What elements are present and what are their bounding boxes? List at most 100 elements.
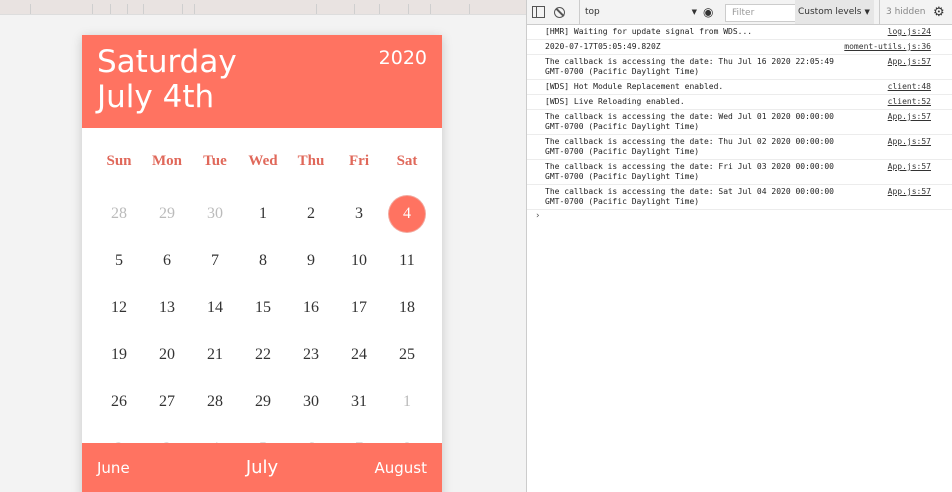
day-number: 6 xyxy=(163,251,171,269)
day-cell[interactable]: 10 xyxy=(335,237,383,284)
day-cell[interactable]: 7 xyxy=(191,237,239,284)
day-cell[interactable]: 2 xyxy=(287,190,335,237)
console-prompt-chevron-icon[interactable]: › xyxy=(527,210,952,221)
clear-console-button[interactable] xyxy=(554,0,565,24)
console-message: The callback is accessing the date: Thu … xyxy=(527,135,952,160)
console-source-link[interactable]: moment-utils.js:36 xyxy=(844,42,931,52)
day-cell[interactable]: 28 xyxy=(191,378,239,425)
weekday-label: Wed xyxy=(248,153,278,169)
day-number: 3 xyxy=(355,204,363,222)
week-row: 5 6 7 8 9 10 11 xyxy=(95,237,431,284)
weekday-label: Mon xyxy=(152,153,182,169)
day-number: 8 xyxy=(259,251,267,269)
console-source-link[interactable]: log.js:24 xyxy=(888,27,931,37)
day-cell[interactable]: 29 xyxy=(143,190,191,237)
day-cell[interactable]: 9 xyxy=(287,237,335,284)
console-source-link[interactable]: client:52 xyxy=(888,97,931,107)
day-cell[interactable]: 17 xyxy=(335,284,383,331)
day-cell[interactable]: 20 xyxy=(143,331,191,378)
app-viewport: Saturday July 4th 2020 Sun Mon Tue Wed T… xyxy=(0,0,526,492)
console-toolbar: top ▼ ◉ Filter Custom levels ▼ 3 hidden ⚙ xyxy=(527,0,952,25)
clear-icon xyxy=(554,6,565,18)
selected-date: July 4th xyxy=(97,79,215,115)
weekday-label: Sun xyxy=(106,153,132,169)
day-cell[interactable]: 30 xyxy=(191,190,239,237)
day-cell[interactable]: 25 xyxy=(383,331,431,378)
gear-icon[interactable]: ⚙ xyxy=(933,0,945,24)
log-levels-dropdown[interactable]: Custom levels ▼ xyxy=(795,0,874,24)
day-cell[interactable]: 6 xyxy=(143,237,191,284)
day-number: 16 xyxy=(303,298,319,316)
live-expression-eye-icon[interactable]: ◉ xyxy=(703,0,713,24)
day-number: 30 xyxy=(303,392,319,410)
day-number: 7 xyxy=(211,251,219,269)
console-message: The callback is accessing the date: Fri … xyxy=(527,160,952,185)
day-cell[interactable]: 18 xyxy=(383,284,431,331)
day-cell[interactable]: 13 xyxy=(143,284,191,331)
log-levels-label: Custom levels xyxy=(798,7,862,17)
day-cell[interactable]: 14 xyxy=(191,284,239,331)
day-cell[interactable]: 28 xyxy=(95,190,143,237)
day-cell[interactable]: 15 xyxy=(239,284,287,331)
day-number: 25 xyxy=(399,345,415,363)
day-number: 21 xyxy=(207,345,223,363)
day-number: 29 xyxy=(255,392,271,410)
console-messages: [HMR] Waiting for update signal from WDS… xyxy=(527,25,952,221)
selected-year[interactable]: 2020 xyxy=(379,47,427,69)
day-number: 2 xyxy=(307,204,315,222)
context-selector[interactable]: top ▼ xyxy=(579,0,697,24)
day-cell[interactable]: 11 xyxy=(383,237,431,284)
day-number: 26 xyxy=(111,392,127,410)
context-value: top xyxy=(585,7,600,17)
day-cell[interactable]: 1 xyxy=(239,190,287,237)
day-cell[interactable]: 5 xyxy=(95,237,143,284)
day-cell[interactable]: 19 xyxy=(95,331,143,378)
console-message: The callback is accessing the date: Sat … xyxy=(527,185,952,210)
day-cell[interactable]: 22 xyxy=(239,331,287,378)
console-source-link[interactable]: App.js:57 xyxy=(888,112,931,122)
day-cell[interactable]: 3 xyxy=(335,190,383,237)
day-number: 15 xyxy=(255,298,271,316)
console-message: [HMR] Waiting for update signal from WDS… xyxy=(527,25,952,40)
day-number: 17 xyxy=(351,298,367,316)
day-number: 18 xyxy=(399,298,415,316)
console-source-link[interactable]: App.js:57 xyxy=(888,57,931,67)
day-cell[interactable]: 30 xyxy=(287,378,335,425)
console-source-link[interactable]: App.js:57 xyxy=(888,137,931,147)
day-cell[interactable]: 27 xyxy=(143,378,191,425)
console-source-link[interactable]: App.js:57 xyxy=(888,187,931,197)
week-row: 26 27 28 29 30 31 1 xyxy=(95,378,431,425)
sidebar-icon xyxy=(532,6,545,18)
day-number: 9 xyxy=(307,251,315,269)
day-cell[interactable]: 29 xyxy=(239,378,287,425)
weekday-header-row: Sun Mon Tue Wed Thu Fri Sat xyxy=(95,153,431,170)
day-cell[interactable]: 21 xyxy=(191,331,239,378)
devtools-console-panel: top ▼ ◉ Filter Custom levels ▼ 3 hidden ⚙… xyxy=(526,0,952,492)
filter-input[interactable]: Filter xyxy=(725,4,797,22)
next-month-button[interactable]: August xyxy=(375,459,428,477)
week-row: 19 20 21 22 23 24 25 xyxy=(95,331,431,378)
day-number: 28 xyxy=(111,204,127,222)
day-number: 11 xyxy=(399,251,415,269)
hidden-count: 3 hidden xyxy=(879,0,925,24)
sidebar-toggle-button[interactable] xyxy=(532,0,545,24)
day-cell[interactable]: 12 xyxy=(95,284,143,331)
selected-weekday: Saturday xyxy=(97,44,237,80)
selected-day-cell[interactable]: 4 xyxy=(383,190,431,237)
day-number: 5 xyxy=(115,251,123,269)
day-cell[interactable]: 16 xyxy=(287,284,335,331)
console-source-link[interactable]: App.js:57 xyxy=(888,162,931,172)
day-cell[interactable]: 23 xyxy=(287,331,335,378)
day-cell[interactable]: 24 xyxy=(335,331,383,378)
weekday-label: Sat xyxy=(396,153,418,169)
day-number: 31 xyxy=(351,392,367,410)
day-number: 14 xyxy=(207,298,223,316)
day-cell[interactable]: 1 xyxy=(383,378,431,425)
weekday-label: Fri xyxy=(349,153,369,169)
day-cell[interactable]: 26 xyxy=(95,378,143,425)
console-message: The callback is accessing the date: Thu … xyxy=(527,55,952,80)
day-cell[interactable]: 8 xyxy=(239,237,287,284)
day-cell[interactable]: 31 xyxy=(335,378,383,425)
console-source-link[interactable]: client:48 xyxy=(888,82,931,92)
day-number: 13 xyxy=(159,298,175,316)
